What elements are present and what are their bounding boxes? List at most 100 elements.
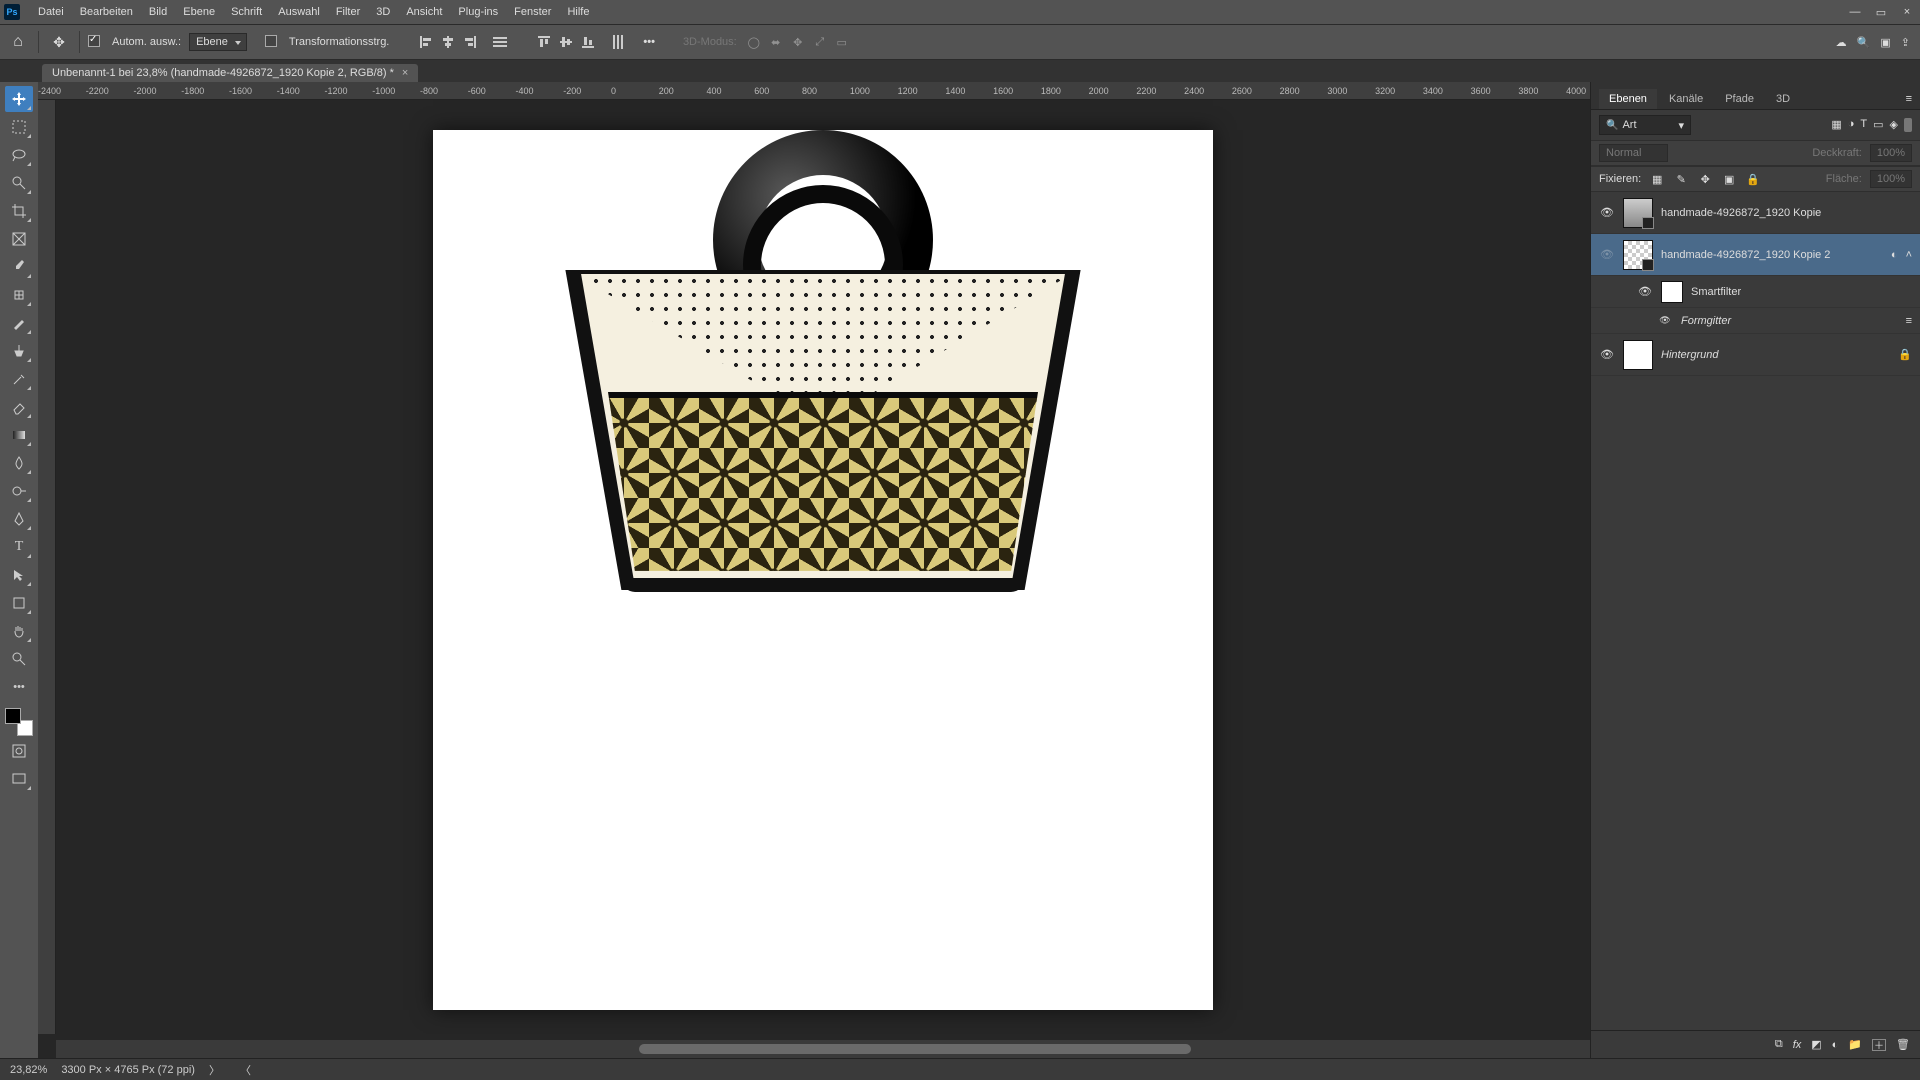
filter-type-icon[interactable]: T xyxy=(1860,118,1867,132)
horizontal-ruler[interactable]: -2400-2200-2000-1800-1600-1400-1200-1000… xyxy=(38,82,1590,100)
quickmask-button[interactable] xyxy=(5,738,33,764)
home-button[interactable]: ⌂ xyxy=(6,30,30,54)
align-bottom-button[interactable] xyxy=(579,33,597,51)
status-chevron-left-icon[interactable]: 〈 xyxy=(240,1062,251,1078)
filter-smart-icon[interactable]: ◈ xyxy=(1890,118,1898,132)
lock-all-icon[interactable]: 🔒 xyxy=(1745,173,1761,186)
doc-size-info[interactable]: 3300 Px × 4765 Px (72 ppi) xyxy=(61,1064,195,1076)
color-swatches[interactable] xyxy=(5,708,33,736)
distribute-v-button[interactable] xyxy=(611,35,625,49)
share-icon[interactable]: ⇪ xyxy=(1901,36,1910,49)
expand-filter-icon[interactable]: ˄ xyxy=(1906,249,1912,261)
lasso-tool[interactable] xyxy=(5,142,33,168)
align-hcenter-button[interactable] xyxy=(439,33,457,51)
menu-schrift[interactable]: Schrift xyxy=(223,0,270,24)
foreground-color[interactable] xyxy=(5,708,21,724)
filter-toggle[interactable] xyxy=(1904,118,1912,132)
blur-tool[interactable] xyxy=(5,450,33,476)
smart-filters-row[interactable]: 👁 Smartfilter xyxy=(1591,276,1920,308)
zoom-level[interactable]: 23,82% xyxy=(10,1064,47,1076)
filter-entry-row[interactable]: 👁 Formgitter ≡ xyxy=(1591,308,1920,334)
vertical-ruler[interactable] xyxy=(38,100,56,1034)
current-tool-icon[interactable]: ✥ xyxy=(47,30,71,54)
pen-tool[interactable] xyxy=(5,506,33,532)
brush-tool[interactable] xyxy=(5,310,33,336)
visibility-toggle[interactable]: 👁 xyxy=(1599,206,1615,219)
align-vcenter-button[interactable] xyxy=(557,33,575,51)
filter-adjust-icon[interactable]: ◑ xyxy=(1848,118,1855,132)
document-tab-close-icon[interactable]: × xyxy=(402,67,408,79)
menu-3d[interactable]: 3D xyxy=(368,0,398,24)
zoom-tool[interactable] xyxy=(5,646,33,672)
lock-brush-icon[interactable]: ✎ xyxy=(1673,173,1689,186)
menu-auswahl[interactable]: Auswahl xyxy=(270,0,328,24)
distribute-button[interactable] xyxy=(493,35,507,49)
clone-stamp-tool[interactable] xyxy=(5,338,33,364)
tab-kanaele[interactable]: Kanäle xyxy=(1659,89,1713,109)
move-tool[interactable] xyxy=(5,86,33,112)
tab-3d[interactable]: 3D xyxy=(1766,89,1800,109)
menu-bild[interactable]: Bild xyxy=(141,0,175,24)
layer-row[interactable]: 👁 handmade-4926872_1920 Kopie 2 ◐ ˄ xyxy=(1591,234,1920,276)
smart-filter-icon[interactable]: ◐ xyxy=(1891,249,1898,261)
blend-mode-dropdown[interactable]: Normal xyxy=(1599,144,1668,162)
lock-artboard-icon[interactable]: ▣ xyxy=(1721,173,1737,186)
lock-position-icon[interactable]: ✥ xyxy=(1697,173,1713,186)
tab-ebenen[interactable]: Ebenen xyxy=(1599,89,1657,109)
menu-filter[interactable]: Filter xyxy=(328,0,368,24)
document-tab[interactable]: Unbenannt-1 bei 23,8% (handmade-4926872_… xyxy=(42,64,418,82)
filter-pixel-icon[interactable]: ▦ xyxy=(1831,118,1841,132)
new-group-button[interactable]: 📁 xyxy=(1848,1038,1862,1051)
menu-plugins[interactable]: Plug-ins xyxy=(450,0,506,24)
edit-toolbar-button[interactable]: ••• xyxy=(5,674,33,700)
add-mask-button[interactable]: ◩ xyxy=(1811,1038,1821,1051)
frame-tool[interactable] xyxy=(5,226,33,252)
type-tool[interactable]: T xyxy=(5,534,33,560)
new-adjustment-button[interactable]: ◐ xyxy=(1832,1039,1839,1051)
workspace-icon[interactable]: ▣ xyxy=(1880,36,1890,49)
more-align-button[interactable]: ••• xyxy=(643,36,655,48)
auto-select-target-dropdown[interactable]: Ebene xyxy=(189,33,247,51)
panel-menu-icon[interactable]: ≡ xyxy=(1898,89,1920,109)
dodge-tool[interactable] xyxy=(5,478,33,504)
search-icon[interactable]: 🔍 xyxy=(1857,36,1871,49)
show-transform-checkbox[interactable] xyxy=(265,35,281,50)
lock-pixels-icon[interactable]: ▦ xyxy=(1649,173,1665,186)
window-close-button[interactable]: × xyxy=(1894,0,1920,24)
new-layer-button[interactable]: ＋ xyxy=(1872,1039,1886,1051)
fill-value[interactable]: 100% xyxy=(1870,170,1912,188)
hand-tool[interactable] xyxy=(5,618,33,644)
tab-pfade[interactable]: Pfade xyxy=(1715,89,1764,109)
scrollbar-thumb[interactable] xyxy=(639,1044,1191,1054)
lock-icon[interactable]: 🔒 xyxy=(1898,348,1912,361)
layer-filter-dropdown[interactable]: 🔍 Art ▾ xyxy=(1599,115,1691,135)
window-restore-button[interactable]: ▭ xyxy=(1868,0,1894,24)
shape-tool[interactable] xyxy=(5,590,33,616)
filter-blend-icon[interactable]: ≡ xyxy=(1906,315,1912,327)
visibility-toggle[interactable]: 👁 xyxy=(1599,248,1615,261)
layer-row[interactable]: 👁 Hintergrund 🔒 xyxy=(1591,334,1920,376)
document-canvas[interactable] xyxy=(433,130,1213,1010)
link-layers-button[interactable]: ⧉ xyxy=(1775,1038,1783,1051)
layer-thumbnail[interactable] xyxy=(1623,340,1653,370)
eyedropper-tool[interactable] xyxy=(5,254,33,280)
align-right-button[interactable] xyxy=(461,33,479,51)
align-top-button[interactable] xyxy=(535,33,553,51)
menu-datei[interactable]: Datei xyxy=(30,0,72,24)
gradient-tool[interactable] xyxy=(5,422,33,448)
eraser-tool[interactable] xyxy=(5,394,33,420)
auto-select-checkbox[interactable] xyxy=(88,35,104,50)
filter-shape-icon[interactable]: ▭ xyxy=(1873,118,1883,132)
cloud-docs-icon[interactable]: ☁ xyxy=(1836,36,1847,49)
layer-row[interactable]: 👁 handmade-4926872_1920 Kopie xyxy=(1591,192,1920,234)
menu-fenster[interactable]: Fenster xyxy=(506,0,559,24)
filter-mask-thumbnail[interactable] xyxy=(1661,281,1683,303)
opacity-value[interactable]: 100% xyxy=(1870,144,1912,162)
horizontal-scrollbar[interactable] xyxy=(56,1040,1590,1058)
layer-name[interactable]: Hintergrund xyxy=(1661,349,1890,361)
align-left-button[interactable] xyxy=(417,33,435,51)
menu-ansicht[interactable]: Ansicht xyxy=(398,0,450,24)
layer-fx-button[interactable]: fx xyxy=(1793,1039,1802,1051)
layer-thumbnail[interactable] xyxy=(1623,240,1653,270)
screenmode-button[interactable] xyxy=(5,766,33,792)
